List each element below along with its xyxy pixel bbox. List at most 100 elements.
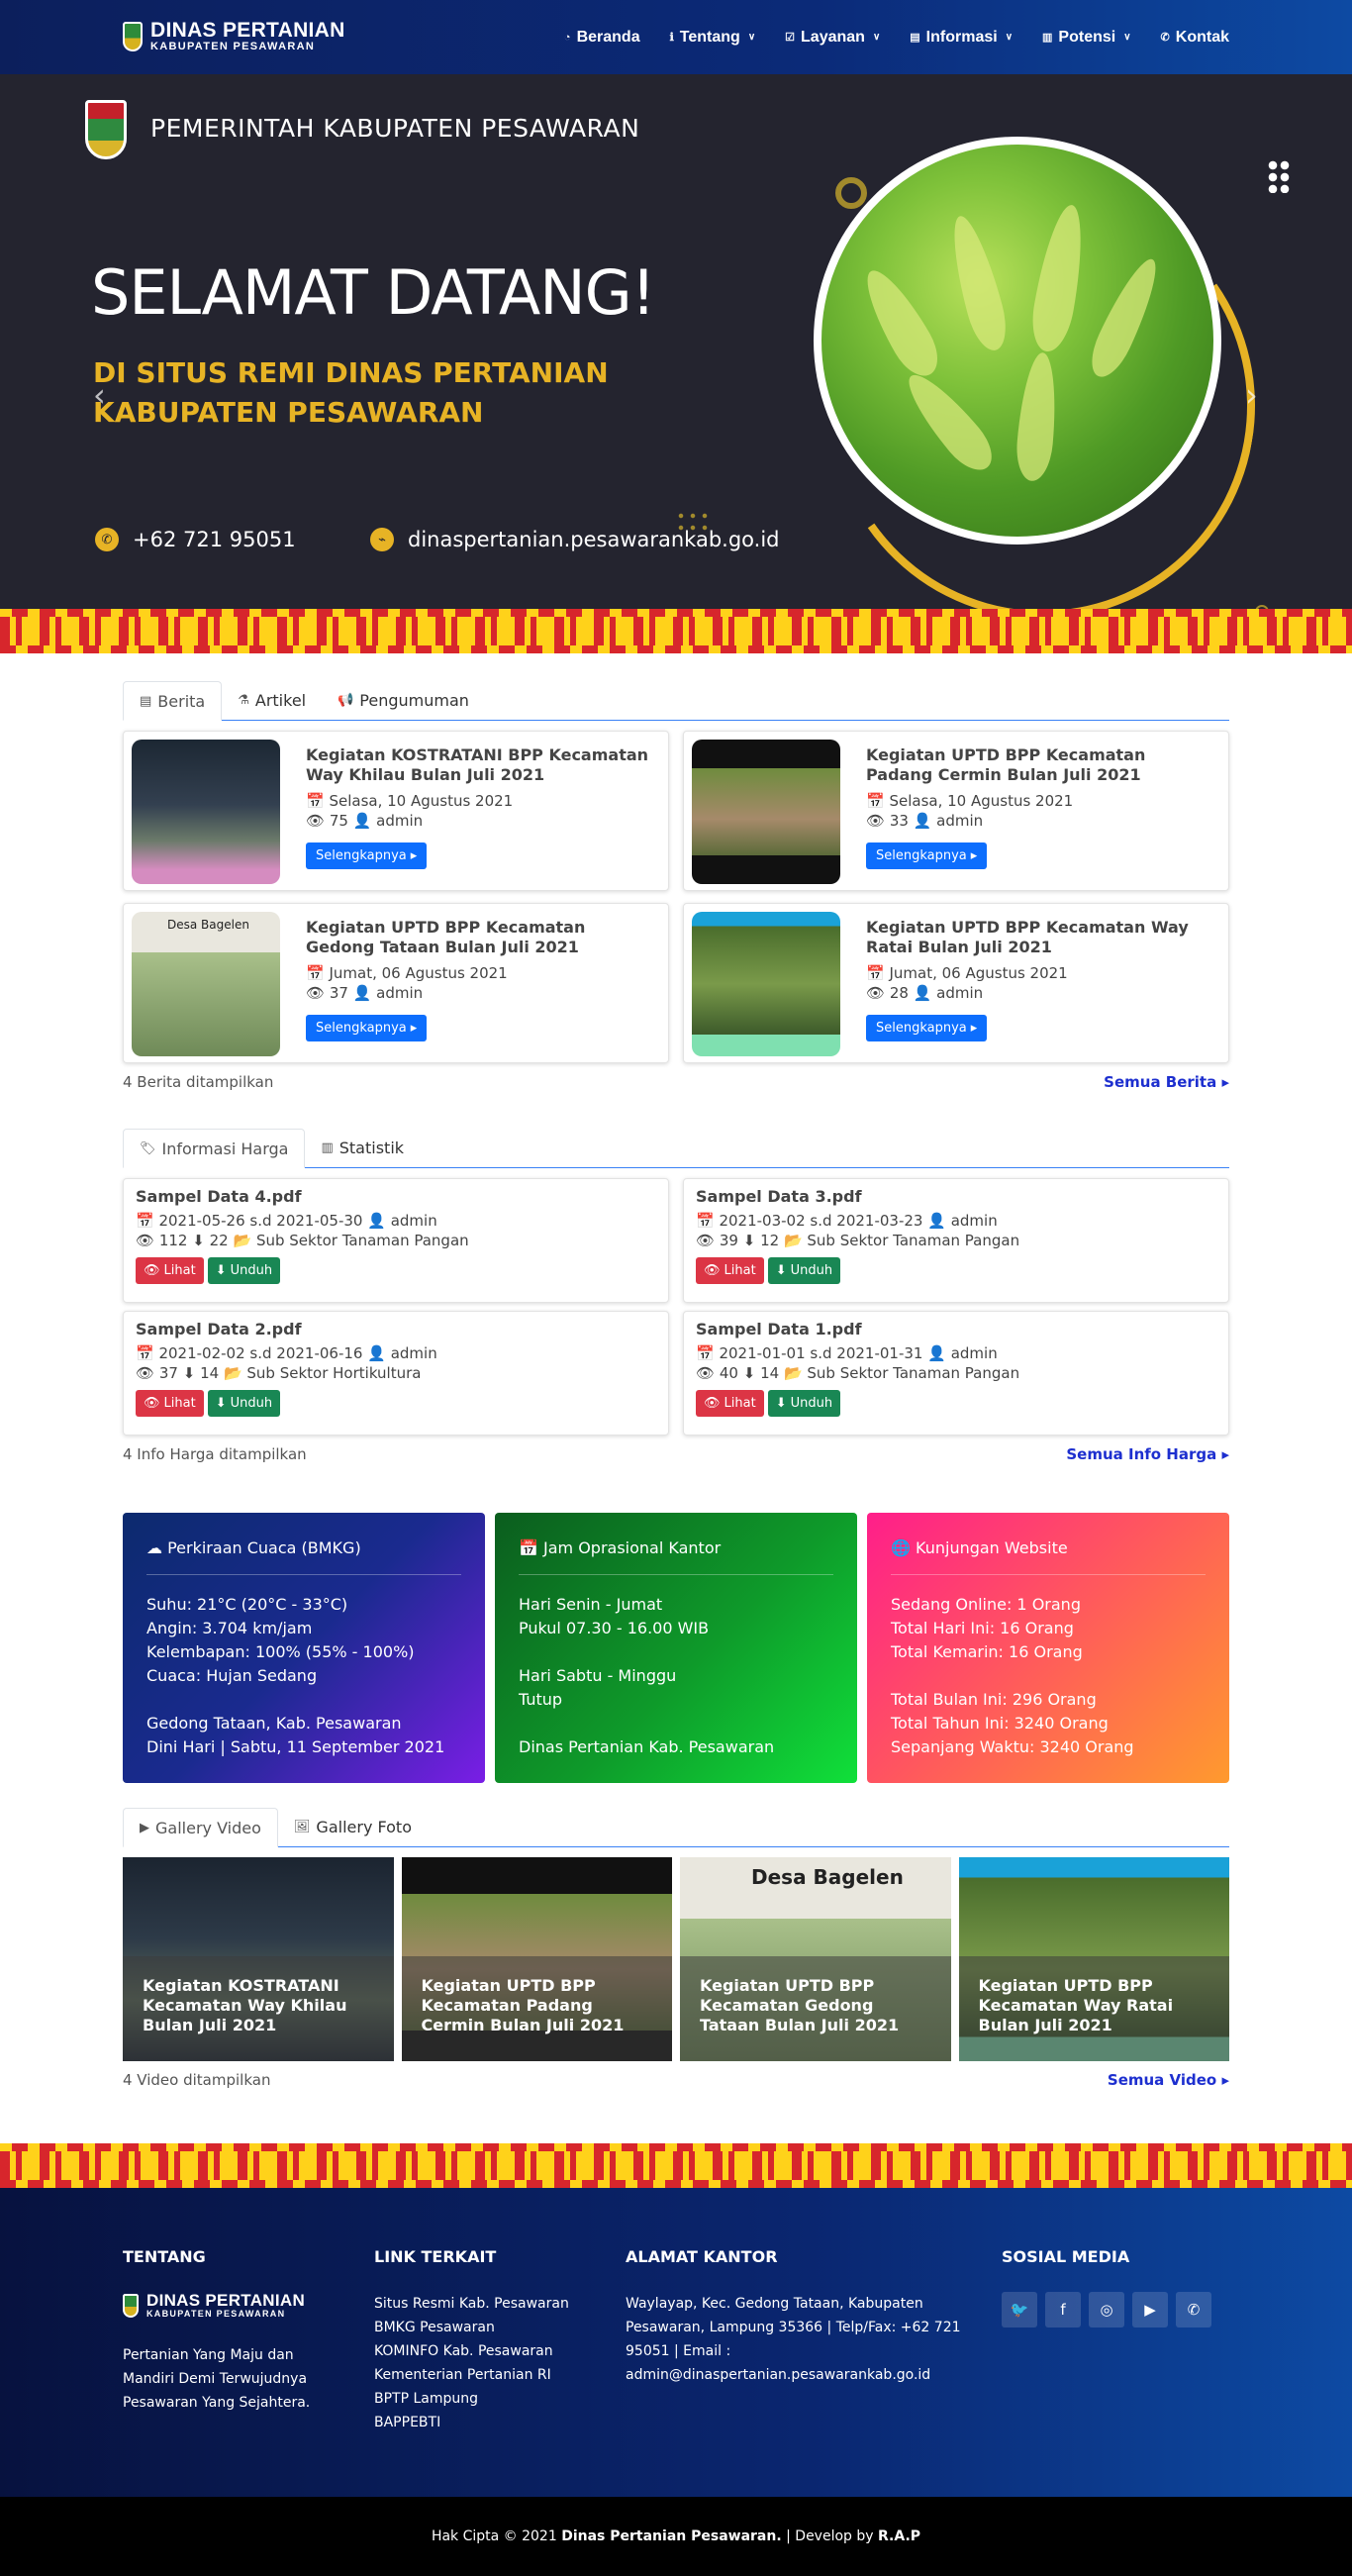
- newspaper-icon: ▤: [910, 32, 920, 44]
- footer-link[interactable]: Situs Resmi Kab. Pesawaran: [374, 2292, 592, 2316]
- video-icon: ▶: [140, 1820, 149, 1835]
- copyright-owner[interactable]: Dinas Pertanian Pesawaran.: [561, 2528, 781, 2544]
- news-title[interactable]: Kegiatan KOSTRATANI BPP Kecamatan Way Kh…: [306, 745, 652, 785]
- price-range-text: 2021-02-02 s.d 2021-06-16: [158, 1344, 363, 1362]
- whatsapp-icon[interactable]: ✆: [1176, 2292, 1211, 2328]
- download-button[interactable]: ⬇ Unduh: [207, 1390, 281, 1417]
- nav-beranda[interactable]: ◔ Beranda: [564, 29, 640, 47]
- video-thumbnail[interactable]: Kegiatan KOSTRATANI Kecamatan Way Khilau…: [123, 1857, 394, 2061]
- card-line: [891, 1664, 1206, 1688]
- price-downloads: 12: [760, 1232, 780, 1249]
- price-downloads: 22: [209, 1232, 229, 1249]
- slider-next-icon[interactable]: ›: [1245, 376, 1258, 414]
- footer-about: TENTANG DINAS PERTANIAN KABUPATEN PESAWA…: [123, 2247, 340, 2415]
- read-more-button[interactable]: Selengkapnya ▸: [306, 1015, 428, 1041]
- view-button[interactable]: 👁 Lihat: [696, 1390, 764, 1417]
- tab-artikel[interactable]: ⚗ Artikel: [222, 680, 322, 720]
- tab-statistik[interactable]: ▥ Statistik: [305, 1128, 420, 1167]
- all-news-link[interactable]: Semua Berita ▸: [1104, 1073, 1229, 1091]
- button-label: Unduh: [790, 1396, 833, 1411]
- button-label: Selengkapnya: [876, 848, 967, 863]
- price-sector: Sub Sektor Tanaman Pangan: [807, 1364, 1020, 1382]
- video-thumbnail[interactable]: Kegiatan UPTD BPP Kecamatan Padang Cermi…: [401, 1857, 672, 2061]
- tab-berita[interactable]: ▤ Berita: [123, 681, 223, 721]
- button-label: Unduh: [230, 1263, 273, 1278]
- video-thumbnail[interactable]: Kegiatan UPTD BPP Kecamatan Way Ratai Bu…: [958, 1857, 1229, 2061]
- nav-tentang[interactable]: ℹ Tentang ∨: [670, 29, 756, 47]
- tab-label: Informasi Harga: [161, 1139, 289, 1158]
- footer-address-text: Waylayap, Kec. Gedong Tataan, Kabupaten …: [626, 2296, 961, 2383]
- nav-layanan[interactable]: ☑ Layanan ∨: [785, 29, 880, 47]
- news-thumbnail[interactable]: [692, 912, 840, 1056]
- nav-potensi[interactable]: ▥ Potensi ∨: [1042, 29, 1131, 47]
- news-thumbnail[interactable]: [692, 740, 840, 884]
- user-icon: 👤: [927, 1344, 946, 1362]
- price-grid: Sampel Data 4.pdf 📅 2021-05-26 s.d 2021-…: [123, 1178, 1229, 1436]
- news-date: 📅 Selasa, 10 Agustus 2021: [866, 791, 1212, 811]
- decorative-dots: [1267, 159, 1291, 193]
- news-section: ▤ Berita ⚗ Artikel 📢 Pengumuman Kegiatan KO…: [123, 681, 1229, 1091]
- card-line: Total Hari Ini: 16 Orang: [891, 1619, 1074, 1637]
- news-date-text: Jumat, 06 Agustus 2021: [329, 964, 508, 982]
- tab-pengumuman[interactable]: 📢 Pengumuman: [322, 680, 485, 720]
- youtube-icon[interactable]: ▶: [1132, 2292, 1168, 2328]
- price-title[interactable]: Sampel Data 1.pdf: [696, 1320, 1216, 1338]
- read-more-button[interactable]: Selengkapnya ▸: [866, 842, 988, 869]
- news-title[interactable]: Kegiatan UPTD BPP Kecamatan Gedong Tataa…: [306, 918, 652, 957]
- video-thumbnail[interactable]: Desa Bagelen Kegiatan UPTD BPP Kecamatan …: [680, 1857, 951, 2061]
- copyright-dev[interactable]: R.A.P: [878, 2528, 920, 2544]
- news-date: 📅 Jumat, 06 Agustus 2021: [866, 963, 1212, 983]
- news-title[interactable]: Kegiatan UPTD BPP Kecamatan Way Ratai Bu…: [866, 918, 1212, 957]
- footer-link[interactable]: KOMINFO Kab. Pesawaran: [374, 2339, 592, 2363]
- read-more-button[interactable]: Selengkapnya ▸: [306, 842, 428, 869]
- link-label: Semua Video: [1107, 2071, 1217, 2089]
- price-sector: Sub Sektor Tanaman Pangan: [807, 1232, 1020, 1249]
- all-video-link[interactable]: Semua Video ▸: [1108, 2071, 1229, 2089]
- instagram-icon[interactable]: ◎: [1089, 2292, 1124, 2328]
- hero-gov-title: PEMERINTAH KABUPATEN PESAWARAN: [150, 114, 640, 143]
- price-tabs: 🏷 Informasi Harga ▥ Statistik: [123, 1129, 1229, 1168]
- eye-icon: 👁: [696, 1232, 716, 1249]
- footer-link[interactable]: BMKG Pesawaran: [374, 2316, 592, 2339]
- slider-prev-icon[interactable]: ‹: [93, 376, 106, 414]
- view-button[interactable]: 👁 Lihat: [136, 1390, 204, 1417]
- all-price-link[interactable]: Semua Info Harga ▸: [1066, 1445, 1229, 1463]
- news-thumbnail[interactable]: Desa Bagelen: [132, 912, 280, 1056]
- tab-gallery-video[interactable]: ▶ Gallery Video: [123, 1808, 278, 1847]
- download-button[interactable]: ⬇ Unduh: [207, 1257, 281, 1284]
- news-title[interactable]: Kegiatan UPTD BPP Kecamatan Padang Cermi…: [866, 745, 1212, 785]
- phone-icon: ✆: [95, 528, 119, 551]
- footer-link[interactable]: BAPPEBTI: [374, 2411, 592, 2434]
- view-button[interactable]: 👁 Lihat: [136, 1257, 204, 1284]
- price-title[interactable]: Sampel Data 4.pdf: [136, 1187, 656, 1206]
- copyright-mid: | Develop by: [786, 2528, 874, 2544]
- twitter-icon[interactable]: 🐦: [1002, 2292, 1037, 2328]
- read-more-button[interactable]: Selengkapnya ▸: [866, 1015, 988, 1041]
- news-thumbnail[interactable]: [132, 740, 280, 884]
- button-label: Unduh: [790, 1263, 833, 1278]
- caret-right-icon: ▸: [970, 848, 978, 863]
- download-button[interactable]: ⬇ Unduh: [767, 1257, 841, 1284]
- eye-icon: 👁: [704, 1263, 721, 1278]
- nav-label: Potensi: [1058, 28, 1116, 46]
- news-author: admin: [376, 984, 424, 1002]
- tab-gallery-foto[interactable]: 🖼 Gallery Foto: [278, 1807, 428, 1846]
- facebook-icon[interactable]: f: [1045, 2292, 1081, 2328]
- tab-informasi-harga[interactable]: 🏷 Informasi Harga: [123, 1129, 306, 1168]
- footer-link[interactable]: Kementerian Pertanian RI: [374, 2363, 592, 2387]
- brand-logo[interactable]: DINAS PERTANIAN KABUPATEN PESAWARAN: [123, 20, 345, 53]
- footer-social: SOSIAL MEDIA 🐦 f ◎ ▶ ✆: [1002, 2247, 1239, 2328]
- nav-kontak[interactable]: ✆ Kontak: [1161, 29, 1229, 47]
- nav-informasi[interactable]: ▤ Informasi ∨: [910, 29, 1013, 47]
- video-grid: Kegiatan KOSTRATANI Kecamatan Way Khilau…: [123, 1857, 1229, 2061]
- download-icon: ⬇: [182, 1364, 196, 1382]
- view-button[interactable]: 👁 Lihat: [696, 1257, 764, 1284]
- price-title[interactable]: Sampel Data 3.pdf: [696, 1187, 1216, 1206]
- gallery-tabs: ▶ Gallery Video 🖼 Gallery Foto: [123, 1808, 1229, 1847]
- hero-phone: ✆ +62 721 95051: [95, 528, 296, 551]
- news-card: Kegiatan UPTD BPP Kecamatan Way Ratai Bu…: [683, 903, 1229, 1063]
- thumbnail-label: Desa Bagelen: [751, 1865, 904, 1889]
- download-button[interactable]: ⬇ Unduh: [767, 1390, 841, 1417]
- footer-link[interactable]: BPTP Lampung: [374, 2387, 592, 2411]
- price-title[interactable]: Sampel Data 2.pdf: [136, 1320, 656, 1338]
